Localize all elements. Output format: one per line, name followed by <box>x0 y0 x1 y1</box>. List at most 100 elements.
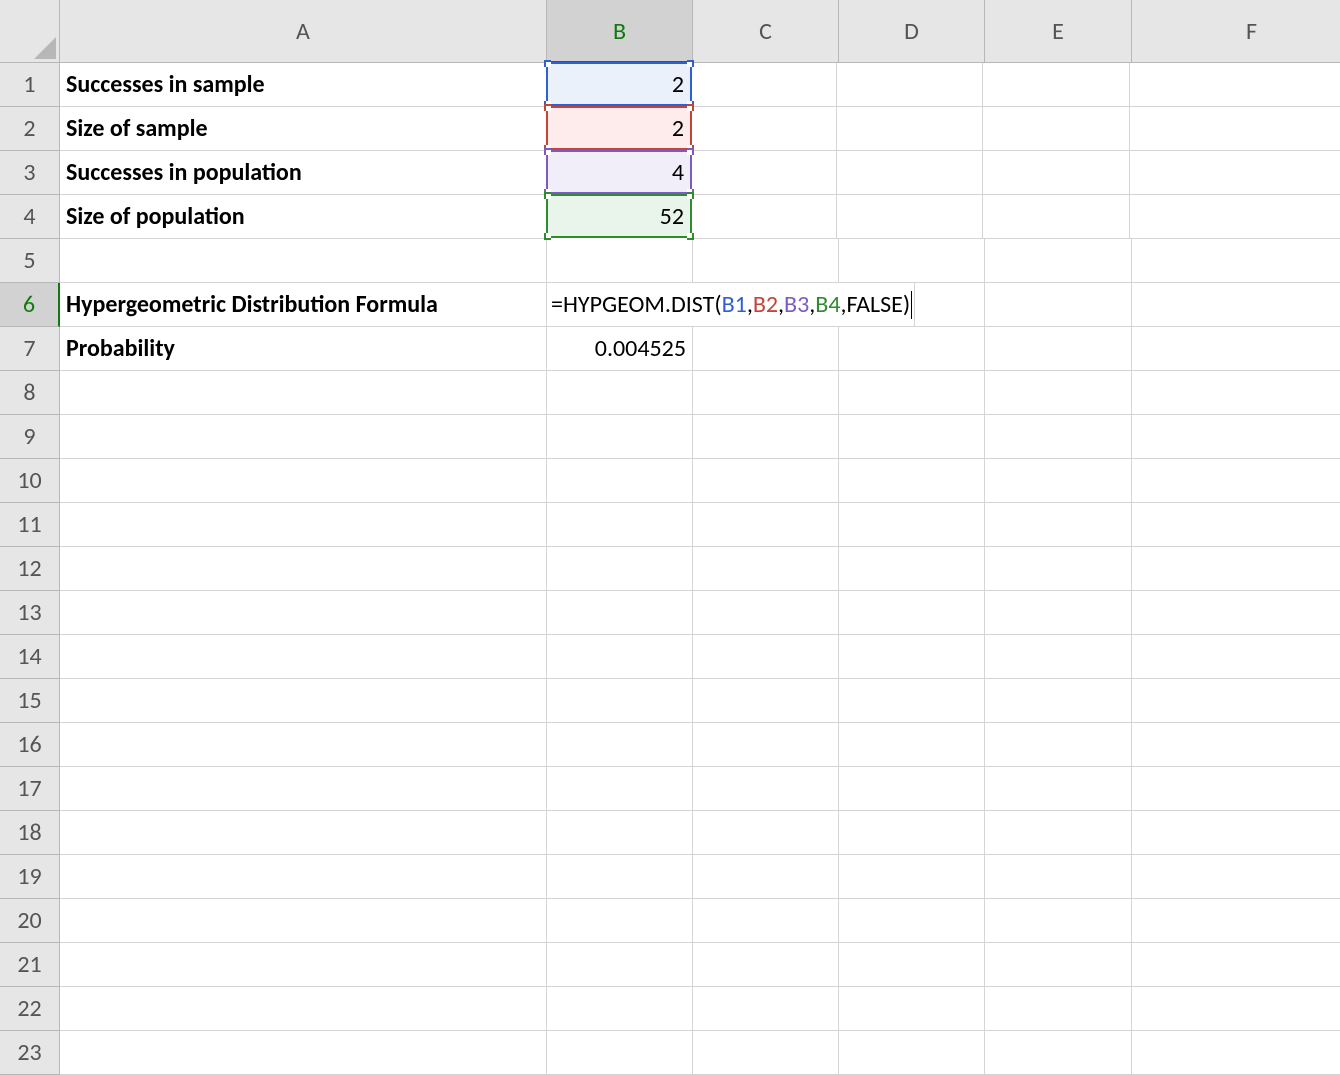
row-header-3[interactable]: 3 <box>0 151 60 195</box>
cell-C9[interactable] <box>693 415 839 459</box>
row-header-20[interactable]: 20 <box>0 899 60 943</box>
cell-E5[interactable] <box>985 239 1132 283</box>
row-header-16[interactable]: 16 <box>0 723 60 767</box>
cell-grid[interactable]: Successes in sample2Size of sample2Succe… <box>60 63 1340 1075</box>
cell-F7[interactable] <box>1132 327 1340 371</box>
cell-F5[interactable] <box>1132 239 1340 283</box>
cell-D16[interactable] <box>839 723 985 767</box>
cell-B10[interactable] <box>547 459 693 503</box>
cell-C2[interactable] <box>691 107 837 151</box>
cell-F13[interactable] <box>1132 591 1340 635</box>
cell-E12[interactable] <box>985 547 1132 591</box>
cell-A3[interactable]: Successes in population <box>60 151 547 195</box>
cell-F10[interactable] <box>1132 459 1340 503</box>
col-header-C[interactable]: C <box>693 0 839 63</box>
cell-D18[interactable] <box>839 811 985 855</box>
row-header-2[interactable]: 2 <box>0 107 60 151</box>
cell-E20[interactable] <box>985 899 1132 943</box>
cell-F1[interactable] <box>1130 63 1340 107</box>
col-header-F[interactable]: F <box>1132 0 1340 63</box>
cell-E6[interactable] <box>985 283 1132 327</box>
row-header-17[interactable]: 17 <box>0 767 60 811</box>
cell-F22[interactable] <box>1132 987 1340 1031</box>
cell-A1[interactable]: Successes in sample <box>60 63 547 107</box>
cell-D9[interactable] <box>839 415 985 459</box>
cell-A13[interactable] <box>60 591 547 635</box>
cell-A19[interactable] <box>60 855 547 899</box>
cell-F6[interactable] <box>1132 283 1340 327</box>
cell-B9[interactable] <box>547 415 693 459</box>
row-header-6[interactable]: 6 <box>0 283 60 327</box>
cell-D10[interactable] <box>839 459 985 503</box>
cell-F18[interactable] <box>1132 811 1340 855</box>
cell-E2[interactable] <box>983 107 1130 151</box>
cell-D12[interactable] <box>839 547 985 591</box>
cell-A8[interactable] <box>60 371 547 415</box>
col-header-B[interactable]: B <box>547 0 693 63</box>
cell-A10[interactable] <box>60 459 547 503</box>
cell-A12[interactable] <box>60 547 547 591</box>
row-header-13[interactable]: 13 <box>0 591 60 635</box>
cell-D22[interactable] <box>839 987 985 1031</box>
cell-E17[interactable] <box>985 767 1132 811</box>
cell-B2[interactable]: 2 <box>546 106 692 150</box>
row-header-5[interactable]: 5 <box>0 239 60 283</box>
row-header-9[interactable]: 9 <box>0 415 60 459</box>
cell-D20[interactable] <box>839 899 985 943</box>
row-header-21[interactable]: 21 <box>0 943 60 987</box>
cell-B18[interactable] <box>547 811 693 855</box>
cell-E14[interactable] <box>985 635 1132 679</box>
cell-D1[interactable] <box>837 63 983 107</box>
cell-C21[interactable] <box>693 943 839 987</box>
cell-B14[interactable] <box>547 635 693 679</box>
cell-D3[interactable] <box>837 151 983 195</box>
col-header-D[interactable]: D <box>839 0 985 63</box>
cell-D8[interactable] <box>839 371 985 415</box>
cell-F9[interactable] <box>1132 415 1340 459</box>
cell-B7[interactable]: 0.004525 <box>547 327 693 371</box>
cell-F21[interactable] <box>1132 943 1340 987</box>
cell-B13[interactable] <box>547 591 693 635</box>
cell-D23[interactable] <box>839 1031 985 1075</box>
cell-A15[interactable] <box>60 679 547 723</box>
cell-E7[interactable] <box>985 327 1132 371</box>
cell-E1[interactable] <box>983 63 1130 107</box>
cell-F2[interactable] <box>1130 107 1340 151</box>
cell-E18[interactable] <box>985 811 1132 855</box>
cell-F12[interactable] <box>1132 547 1340 591</box>
cell-C12[interactable] <box>693 547 839 591</box>
cell-B12[interactable] <box>547 547 693 591</box>
cell-E11[interactable] <box>985 503 1132 547</box>
row-header-11[interactable]: 11 <box>0 503 60 547</box>
cell-A7[interactable]: Probability <box>60 327 547 371</box>
cell-B20[interactable] <box>547 899 693 943</box>
cell-C16[interactable] <box>693 723 839 767</box>
cell-F14[interactable] <box>1132 635 1340 679</box>
cell-B22[interactable] <box>547 987 693 1031</box>
cell-E8[interactable] <box>985 371 1132 415</box>
row-header-7[interactable]: 7 <box>0 327 60 371</box>
cell-A9[interactable] <box>60 415 547 459</box>
cell-C15[interactable] <box>693 679 839 723</box>
cell-E19[interactable] <box>985 855 1132 899</box>
cell-D14[interactable] <box>839 635 985 679</box>
cell-E10[interactable] <box>985 459 1132 503</box>
cell-C1[interactable] <box>691 63 837 107</box>
cell-B19[interactable] <box>547 855 693 899</box>
cell-B3[interactable]: 4 <box>546 150 692 194</box>
row-header-10[interactable]: 10 <box>0 459 60 503</box>
cell-D5[interactable] <box>839 239 985 283</box>
cell-B5[interactable] <box>547 239 693 283</box>
cell-B1[interactable]: 2 <box>546 62 692 106</box>
cell-A20[interactable] <box>60 899 547 943</box>
cell-A4[interactable]: Size of population <box>60 195 547 239</box>
row-header-22[interactable]: 22 <box>0 987 60 1031</box>
col-header-E[interactable]: E <box>985 0 1132 63</box>
cell-C3[interactable] <box>691 151 837 195</box>
row-header-14[interactable]: 14 <box>0 635 60 679</box>
cell-B17[interactable] <box>547 767 693 811</box>
row-header-8[interactable]: 8 <box>0 371 60 415</box>
cell-F11[interactable] <box>1132 503 1340 547</box>
cell-C8[interactable] <box>693 371 839 415</box>
cell-C11[interactable] <box>693 503 839 547</box>
